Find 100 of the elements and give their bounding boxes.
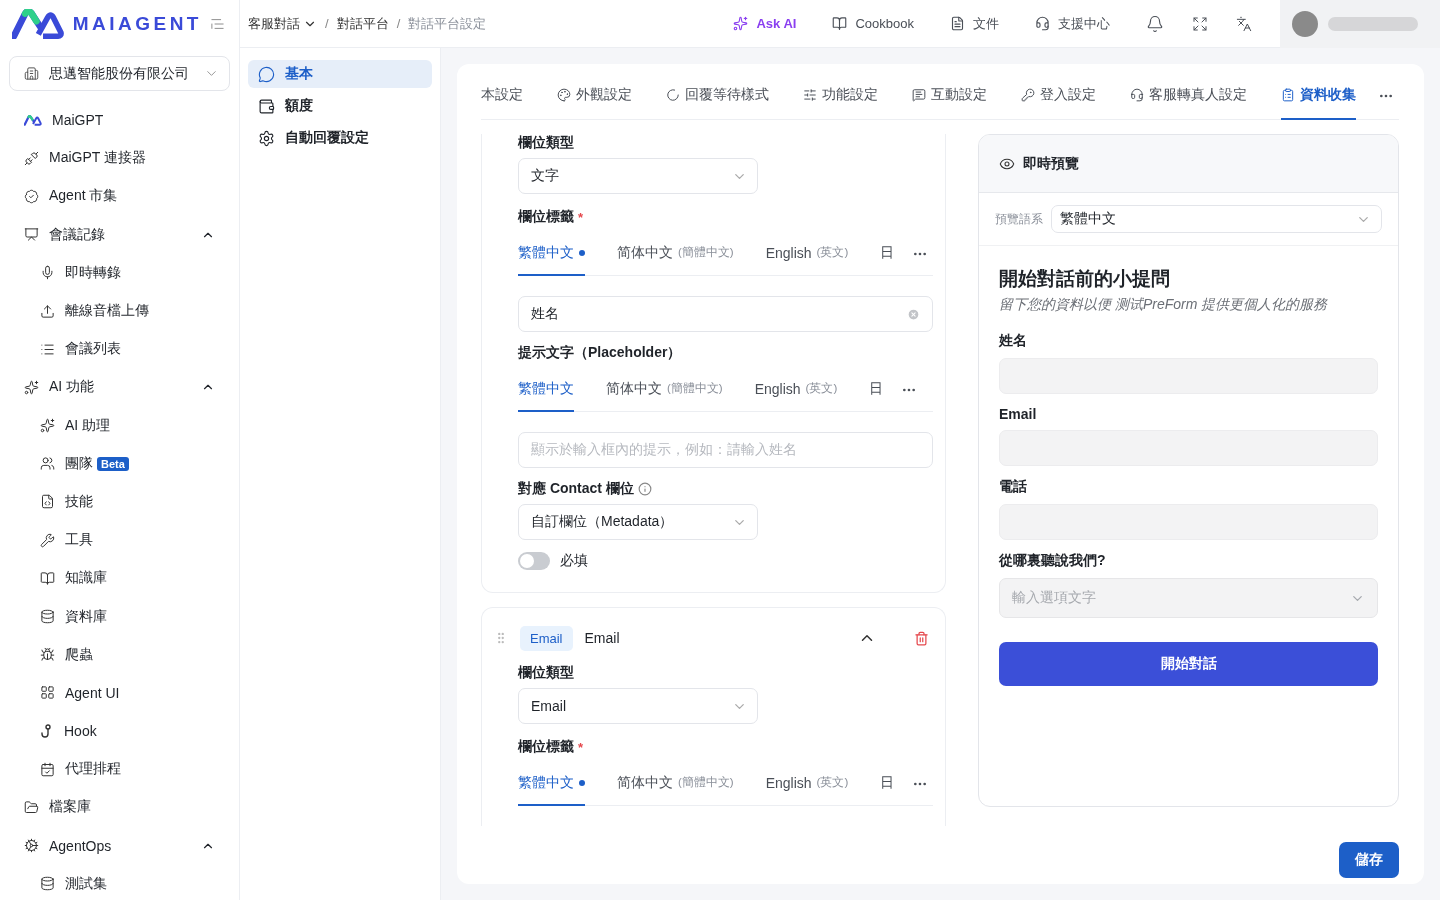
subnav-item[interactable]: 自動回覆設定 bbox=[248, 124, 432, 152]
field-label: 對應 Contact 欄位 bbox=[518, 480, 634, 498]
breadcrumb-separator: / bbox=[325, 16, 329, 31]
contact-select[interactable]: 自訂欄位（Metadata） bbox=[518, 504, 758, 540]
breadcrumb-link[interactable]: 對話平台 bbox=[336, 14, 389, 33]
header-link[interactable]: Ask AI bbox=[733, 16, 797, 31]
sidebar-item[interactable]: 離線音檔上傳 bbox=[0, 291, 239, 331]
header-link[interactable]: 支援中心 bbox=[1035, 14, 1110, 33]
language-tab[interactable]: 繁體中文 bbox=[518, 761, 585, 806]
field-label: 提示文字（Placeholder） bbox=[518, 344, 683, 362]
list-icon bbox=[40, 341, 55, 357]
language-tab[interactable]: 日 bbox=[880, 761, 895, 806]
cog-icon bbox=[24, 838, 39, 854]
language-tab[interactable]: English (英文) bbox=[754, 367, 838, 412]
language-tab[interactable]: English (英文) bbox=[765, 761, 849, 806]
sidebar-item[interactable]: 工具 bbox=[0, 521, 239, 560]
language-tab[interactable]: English (英文) bbox=[765, 231, 849, 276]
language-label: 預覽語系 bbox=[995, 210, 1043, 228]
sidebar-item[interactable]: 即時轉錄 bbox=[0, 253, 239, 292]
sidebar-item[interactable]: 代理排程 bbox=[0, 750, 239, 789]
settings-tab[interactable]: 本設定 bbox=[481, 71, 523, 120]
settings-tab[interactable]: 資料收集 bbox=[1281, 71, 1356, 120]
sidebar-item[interactable]: 檔案庫 bbox=[0, 788, 239, 827]
preview-field-label: Email bbox=[999, 406, 1038, 422]
field-label: 欄位標籤 bbox=[518, 208, 574, 226]
grid-icon bbox=[40, 685, 55, 701]
upload-icon bbox=[40, 303, 55, 319]
sidebar-item[interactable]: AI 助理 bbox=[0, 406, 239, 445]
sidebar-item[interactable]: Agent 市集 bbox=[0, 177, 239, 216]
sparkles-icon bbox=[40, 418, 55, 434]
form-subtitle: 留下您的資料以便 测试PreForm 提供更個人化的服務 bbox=[999, 296, 1329, 314]
subnav-item[interactable]: 基本 bbox=[248, 60, 432, 88]
language-tab[interactable]: 繁體中文 bbox=[518, 231, 585, 276]
headset-icon bbox=[1035, 16, 1050, 31]
sidebar-item[interactable]: AgentOps bbox=[0, 826, 239, 865]
sidebar-item[interactable]: 資料庫 bbox=[0, 597, 239, 636]
sidebar-item[interactable]: 測試集 bbox=[0, 864, 239, 900]
sidebar-item[interactable]: MaiGPT 連接器 bbox=[0, 139, 239, 178]
collapse-icon[interactable] bbox=[209, 16, 225, 32]
sidebar-item[interactable]: AI 功能 bbox=[0, 368, 239, 407]
save-button[interactable]: 儲存 bbox=[1339, 842, 1399, 878]
wrench-icon bbox=[40, 532, 55, 548]
sidebar-item[interactable]: Agent UI bbox=[0, 673, 239, 712]
language-tab[interactable]: 简体中文 (簡體中文) bbox=[617, 761, 734, 806]
wallet-icon bbox=[258, 97, 275, 115]
header-link[interactable]: Cookbook bbox=[832, 16, 914, 31]
preview-field-label: 姓名 bbox=[999, 332, 1028, 350]
fullscreen-icon[interactable] bbox=[1192, 15, 1208, 32]
field-title: Email bbox=[584, 630, 621, 646]
sidebar-item[interactable]: Hook bbox=[0, 712, 239, 751]
start-chat-button[interactable]: 開始對話 bbox=[999, 642, 1378, 686]
logo-icon bbox=[24, 114, 42, 126]
headset-icon bbox=[1130, 87, 1144, 102]
settings-icon bbox=[258, 129, 275, 147]
connector-icon bbox=[24, 150, 39, 166]
label-input[interactable]: 姓名 bbox=[518, 296, 933, 332]
info-icon[interactable] bbox=[637, 482, 652, 496]
settings-tab[interactable]: 登入設定 bbox=[1021, 71, 1096, 120]
badge-icon bbox=[24, 188, 39, 204]
database-icon bbox=[40, 876, 55, 892]
sidebar-item[interactable]: 知識庫 bbox=[0, 559, 239, 598]
language-tab[interactable]: 日 bbox=[880, 231, 895, 276]
language-tab[interactable]: 日 bbox=[869, 367, 884, 412]
settings-tab[interactable]: 回覆等待樣式 bbox=[666, 71, 769, 120]
language-tab[interactable]: 繁體中文 bbox=[518, 367, 574, 412]
beta-badge: Beta bbox=[97, 456, 129, 471]
organization-select[interactable]: 思邁智能股份有限公司 bbox=[9, 56, 230, 91]
message-icon bbox=[912, 87, 926, 102]
chat-icon bbox=[258, 65, 275, 83]
settings-tab[interactable]: 功能設定 bbox=[803, 71, 878, 120]
sidebar-item[interactable]: MaiGPT bbox=[0, 101, 239, 140]
sidebar-item[interactable]: 技能 bbox=[0, 482, 239, 522]
user-menu[interactable] bbox=[1280, 0, 1440, 48]
type-select[interactable]: Email bbox=[518, 688, 758, 724]
field-label: 欄位類型 bbox=[518, 664, 575, 682]
settings-tab[interactable]: 客服轉真人設定 bbox=[1130, 71, 1247, 120]
database-icon bbox=[40, 609, 55, 625]
type-select[interactable]: 文字 bbox=[518, 158, 758, 194]
breadcrumb-link[interactable]: 客服對話 bbox=[248, 14, 317, 33]
header-link[interactable]: 文件 bbox=[950, 14, 999, 33]
sidebar-item[interactable]: 爬蟲 bbox=[0, 635, 239, 674]
building-icon bbox=[24, 66, 39, 81]
sidebar-item[interactable]: 團隊 Beta bbox=[0, 444, 239, 483]
required-toggle[interactable] bbox=[518, 552, 550, 570]
preview-field-label: 從哪裏聽說我們? bbox=[999, 552, 1107, 570]
sidebar-item[interactable]: 會議列表 bbox=[0, 330, 239, 369]
delete-icon[interactable] bbox=[914, 630, 929, 646]
type-tag: Email bbox=[520, 625, 573, 651]
settings-tab[interactable]: 外觀設定 bbox=[557, 71, 632, 120]
required-mark: * bbox=[578, 209, 584, 225]
book-icon bbox=[40, 570, 55, 586]
subnav-item[interactable]: 額度 bbox=[248, 92, 432, 120]
book-icon bbox=[832, 16, 848, 31]
translate-icon[interactable] bbox=[1236, 15, 1252, 32]
settings-tab[interactable]: 互動設定 bbox=[912, 71, 987, 120]
language-tab[interactable]: 简体中文 (簡體中文) bbox=[606, 367, 723, 412]
notification-icon[interactable] bbox=[1146, 14, 1164, 33]
sidebar-item[interactable]: 會議記錄 bbox=[0, 215, 239, 254]
language-tab[interactable]: 简体中文 (簡體中文) bbox=[617, 231, 734, 276]
language-select[interactable]: 繁體中文 bbox=[1051, 205, 1382, 233]
